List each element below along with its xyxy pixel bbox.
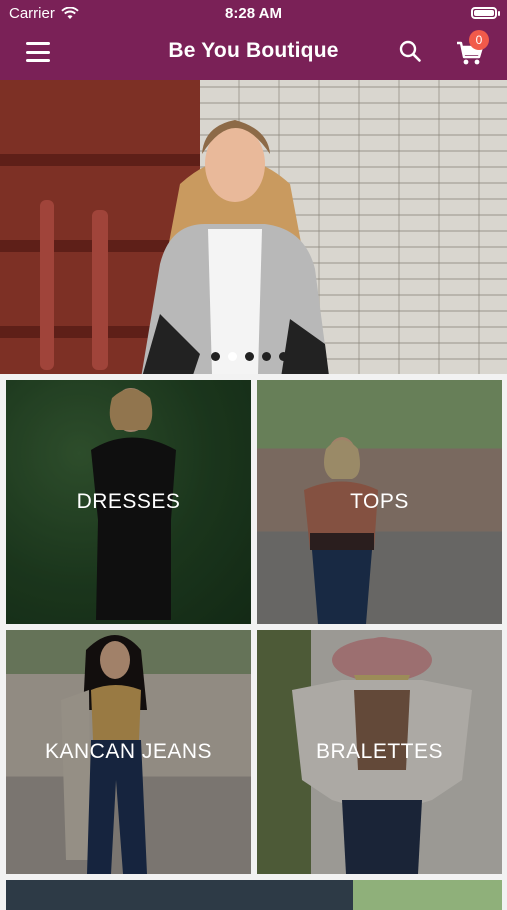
hero-model-image (141, 120, 329, 374)
carousel-dot[interactable] (262, 352, 271, 361)
carousel-dot[interactable] (211, 352, 220, 361)
cart-count-badge: 0 (469, 30, 489, 50)
navigation-bar: Be You Boutique 0 (0, 28, 507, 80)
hero-carousel[interactable] (0, 80, 507, 374)
search-icon[interactable] (398, 39, 422, 63)
carousel-dot[interactable] (279, 352, 288, 361)
carousel-indicator[interactable] (211, 352, 288, 361)
page-title: Be You Boutique (168, 39, 339, 62)
hero-railing (40, 200, 54, 370)
category-tile-tops[interactable]: TOPS (257, 380, 502, 624)
category-tile-bralettes[interactable]: BRALETTES (257, 630, 502, 874)
category-label: DRESSES (76, 490, 181, 513)
category-tile-dresses[interactable]: DRESSES (6, 380, 251, 624)
hero-railing (92, 210, 108, 370)
category-label: TOPS (350, 490, 409, 513)
category-label: BRALETTES (315, 740, 444, 763)
category-tile-partial[interactable] (6, 880, 502, 910)
carousel-dot[interactable] (228, 352, 237, 361)
status-time: 8:28 AM (225, 5, 282, 22)
battery-icon (471, 7, 500, 19)
category-tile-kancan-jeans[interactable]: KANCAN JEANS (6, 630, 251, 874)
app-bar: Carrier 8:28 AM Be You Boutique 0 (0, 0, 507, 80)
carousel-dot[interactable] (245, 352, 254, 361)
category-label: KANCAN JEANS (44, 740, 213, 763)
status-bar: Carrier 8:28 AM (0, 0, 507, 28)
